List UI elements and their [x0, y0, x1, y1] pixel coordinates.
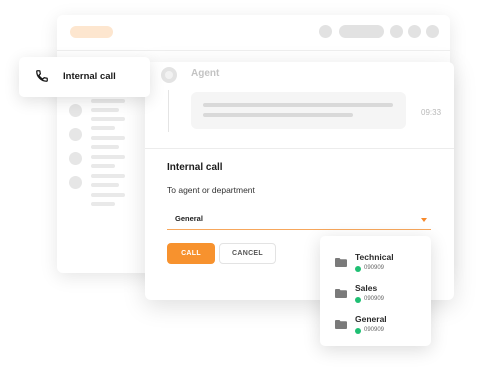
call-card-label: Internal call [63, 71, 116, 82]
phone-icon [36, 70, 48, 82]
folder-icon [335, 289, 347, 298]
dropdown-item-name: Technical [355, 252, 394, 262]
caret-down-icon [421, 218, 427, 222]
titlebar-placeholder-pill [339, 25, 384, 38]
online-status-dot [355, 266, 361, 272]
folder-icon [335, 258, 347, 267]
avatar [69, 152, 82, 165]
online-status-dot [355, 328, 361, 334]
dropdown-item-name: General [355, 314, 387, 324]
dropdown-item[interactable]: Sales 090909 [320, 279, 431, 309]
titlebar-placeholder-pill [70, 26, 113, 38]
dropdown-item[interactable]: General 090909 [320, 310, 431, 340]
agent-avatar [161, 67, 177, 83]
message-placeholder-line [203, 103, 393, 107]
avatar [69, 176, 82, 189]
placeholder-line [91, 99, 125, 103]
placeholder-line [91, 145, 119, 149]
avatar [69, 128, 82, 141]
dropdown-item-number: 090909 [364, 296, 385, 302]
select-value: General [175, 214, 203, 223]
form-label: To agent or department [167, 185, 255, 195]
cancel-button[interactable]: CANCEL [219, 243, 276, 264]
dropdown-item-number: 090909 [364, 265, 385, 271]
window-titlebar [57, 15, 450, 51]
titlebar-dot [408, 25, 421, 38]
placeholder-line [91, 136, 125, 140]
message-placeholder-line [203, 113, 353, 117]
placeholder-line [91, 117, 125, 121]
online-status-dot [355, 297, 361, 303]
placeholder-line [91, 108, 119, 112]
dropdown-item[interactable]: Technical 090909 [320, 248, 431, 278]
department-dropdown: Technical 090909 Sales 090909 General 09… [320, 236, 431, 346]
message-bubble [191, 92, 406, 129]
dropdown-item-number: 090909 [364, 327, 385, 333]
placeholder-line [91, 193, 125, 197]
titlebar-dot [426, 25, 439, 38]
destination-select[interactable]: General [167, 210, 431, 230]
placeholder-line [91, 155, 125, 159]
form-title: Internal call [167, 162, 223, 173]
placeholder-line [91, 126, 115, 130]
thread-line [168, 90, 169, 132]
dropdown-item-name: Sales [355, 283, 378, 293]
message-time: 09:33 [421, 108, 442, 117]
agent-name: Agent [191, 68, 220, 79]
avatar [69, 104, 82, 117]
divider [145, 148, 454, 149]
call-button[interactable]: CALL [167, 243, 215, 264]
placeholder-line [91, 183, 119, 187]
placeholder-line [91, 174, 125, 178]
titlebar-dot [319, 25, 332, 38]
placeholder-line [91, 202, 115, 206]
internal-call-card[interactable]: Internal call [19, 57, 150, 97]
placeholder-line [91, 164, 115, 168]
folder-icon [335, 320, 347, 329]
titlebar-dot [390, 25, 403, 38]
